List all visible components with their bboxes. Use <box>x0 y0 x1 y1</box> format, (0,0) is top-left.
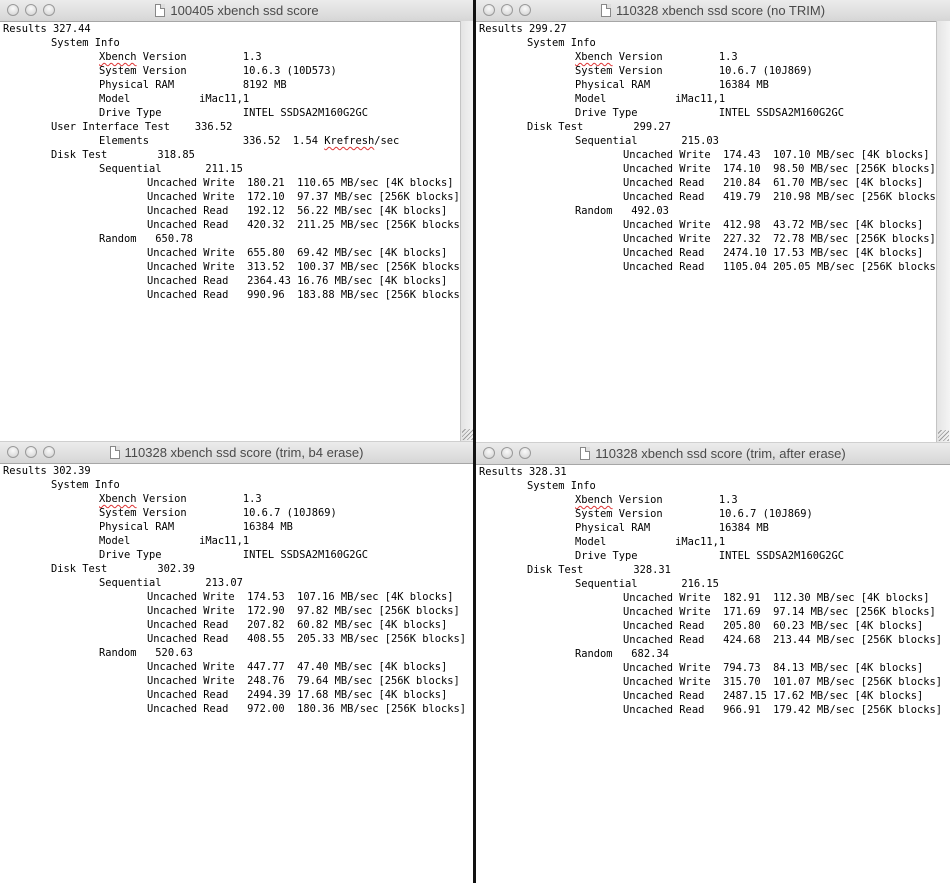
window-title: 110328 xbench ssd score (trim, b4 erase) <box>124 445 364 460</box>
text-line: Model iMac11,1 <box>99 535 250 547</box>
text-line: Drive Type INTEL SSDSA2M160G2GC <box>99 549 368 561</box>
text-line: Sequential 215.03 <box>575 135 719 147</box>
document-icon <box>155 4 166 17</box>
text-line: Uncached Read 1105.04 205.05 MB/sec [256… <box>623 261 943 273</box>
text-line: Sequential 211.15 <box>99 163 243 175</box>
text-line: Xbench Version 1.3 <box>99 51 262 63</box>
text-line: System Version 10.6.7 (10J869) <box>99 507 337 519</box>
text-line: Drive Type INTEL SSDSA2M160G2GC <box>575 107 844 119</box>
text-content[interactable]: Results 302.39 System Info Xbench Version … <box>3 464 466 883</box>
text-line: Uncached Read 990.96 183.88 MB/sec [256K… <box>147 289 467 301</box>
window-title: 110328 xbench ssd score (trim, after era… <box>595 446 846 461</box>
text-line: Xbench Version 1.3 <box>575 494 738 506</box>
text-line: Uncached Write 248.76 79.64 MB/sec [256K… <box>147 675 460 687</box>
document-window-110328-trim-after-erase: 110328 xbench ssd score (trim, after era… <box>476 443 950 883</box>
text-line: System Info <box>527 37 596 49</box>
text-line: System Version 10.6.3 (10D573) <box>99 65 337 77</box>
text-line: Uncached Write 172.90 97.82 MB/sec [256K… <box>147 605 460 617</box>
text-line: Uncached Read 192.12 56.22 MB/sec [4K bl… <box>147 205 448 217</box>
text-line: Uncached Write 174.10 98.50 MB/sec [256K… <box>623 163 936 175</box>
text-line: Uncached Write 182.91 112.30 MB/sec [4K … <box>623 592 930 604</box>
text-line: Uncached Write 315.70 101.07 MB/sec [256… <box>623 676 943 688</box>
resize-grip-icon[interactable] <box>462 429 473 440</box>
text-line: Uncached Read 210.84 61.70 MB/sec [4K bl… <box>623 177 924 189</box>
text-line: Uncached Write 412.98 43.72 MB/sec [4K b… <box>623 219 924 231</box>
text-line: Results 302.39 <box>3 465 91 477</box>
text-line: Sequential 213.07 <box>99 577 243 589</box>
text-line: Results 327.44 <box>3 23 91 35</box>
document-icon <box>580 447 591 460</box>
document-window-110328-trim-b4-erase: 110328 xbench ssd score (trim, b4 erase)… <box>0 442 473 883</box>
text-line: Random 520.63 <box>99 647 193 659</box>
text-line: Uncached Read 2474.10 17.53 MB/sec [4K b… <box>623 247 924 259</box>
text-line: Uncached Read 207.82 60.82 MB/sec [4K bl… <box>147 619 448 631</box>
text-line: Uncached Read 972.00 180.36 MB/sec [256K… <box>147 703 467 715</box>
text-line: Uncached Write 172.10 97.37 MB/sec [256K… <box>147 191 460 203</box>
window-titlebar[interactable]: 110328 xbench ssd score (no TRIM) <box>476 0 950 22</box>
text-content[interactable]: Results 299.27 System Info Xbench Version … <box>479 22 942 442</box>
text-line: Random 682.34 <box>575 648 669 660</box>
text-content[interactable]: Results 328.31 System Info Xbench Version … <box>479 465 942 883</box>
text-line: Uncached Read 966.91 179.42 MB/sec [256K… <box>623 704 943 716</box>
text-line: System Info <box>527 480 596 492</box>
text-line: Uncached Write 180.21 110.65 MB/sec [4K … <box>147 177 454 189</box>
window-title: 100405 xbench ssd score <box>170 3 319 18</box>
window-divider-vertical <box>473 0 476 883</box>
resize-grip-icon[interactable] <box>938 430 949 441</box>
text-line: Physical RAM 16384 MB <box>99 521 293 533</box>
window-titlebar[interactable]: 110328 xbench ssd score (trim, after era… <box>476 443 950 465</box>
text-line: Random 650.78 <box>99 233 193 245</box>
text-content[interactable]: Results 327.44 System Info Xbench Version … <box>3 22 466 441</box>
text-line: System Version 10.6.7 (10J869) <box>575 65 813 77</box>
text-line: System Info <box>51 37 120 49</box>
text-line: User Interface Test 336.52 <box>51 121 233 133</box>
document-window-110328-no-trim: 110328 xbench ssd score (no TRIM) Result… <box>476 0 950 442</box>
text-line: Uncached Write 174.43 107.10 MB/sec [4K … <box>623 149 930 161</box>
text-line: Results 328.31 <box>479 466 567 478</box>
text-line: Drive Type INTEL SSDSA2M160G2GC <box>99 107 368 119</box>
text-line: System Version 10.6.7 (10J869) <box>575 508 813 520</box>
text-line: Xbench Version 1.3 <box>99 493 262 505</box>
text-line: Xbench Version 1.3 <box>575 51 738 63</box>
text-line: Disk Test 302.39 <box>51 563 195 575</box>
text-line: Model iMac11,1 <box>575 93 726 105</box>
text-line: Elements 336.52 1.54 Krefresh/sec <box>99 135 400 147</box>
text-line: Uncached Write 794.73 84.13 MB/sec [4K b… <box>623 662 924 674</box>
document-icon <box>109 446 120 459</box>
text-line: Physical RAM 8192 MB <box>99 79 287 91</box>
vertical-scrollbar[interactable] <box>936 21 950 442</box>
text-line: Model iMac11,1 <box>99 93 250 105</box>
text-line: Uncached Read 420.32 211.25 MB/sec [256K… <box>147 219 467 231</box>
window-titlebar[interactable]: 110328 xbench ssd score (trim, b4 erase) <box>0 442 473 464</box>
vertical-scrollbar[interactable] <box>460 21 474 441</box>
text-line: Disk Test 299.27 <box>527 121 671 133</box>
text-line: Uncached Write 171.69 97.14 MB/sec [256K… <box>623 606 936 618</box>
text-line: Random 492.03 <box>575 205 669 217</box>
text-line: Uncached Read 2364.43 16.76 MB/sec [4K b… <box>147 275 448 287</box>
window-title: 110328 xbench ssd score (no TRIM) <box>615 3 826 18</box>
text-line: Uncached Read 419.79 210.98 MB/sec [256K… <box>623 191 943 203</box>
text-line: Results 299.27 <box>479 23 567 35</box>
text-line: Drive Type INTEL SSDSA2M160G2GC <box>575 550 844 562</box>
text-line: Uncached Read 424.68 213.44 MB/sec [256K… <box>623 634 943 646</box>
text-line: Uncached Write 655.80 69.42 MB/sec [4K b… <box>147 247 448 259</box>
text-line: Sequential 216.15 <box>575 578 719 590</box>
text-line: System Info <box>51 479 120 491</box>
text-line: Uncached Read 2487.15 17.62 MB/sec [4K b… <box>623 690 924 702</box>
text-line: Physical RAM 16384 MB <box>575 79 769 91</box>
text-line: Disk Test 328.31 <box>527 564 671 576</box>
window-titlebar[interactable]: 100405 xbench ssd score <box>0 0 474 22</box>
text-line: Physical RAM 16384 MB <box>575 522 769 534</box>
text-line: Uncached Read 408.55 205.33 MB/sec [256K… <box>147 633 467 645</box>
text-line: Uncached Write 313.52 100.37 MB/sec [256… <box>147 261 467 273</box>
text-line: Uncached Write 174.53 107.16 MB/sec [4K … <box>147 591 454 603</box>
document-icon <box>600 4 611 17</box>
text-line: Uncached Read 205.80 60.23 MB/sec [4K bl… <box>623 620 924 632</box>
text-line: Model iMac11,1 <box>575 536 726 548</box>
text-line: Uncached Read 2494.39 17.68 MB/sec [4K b… <box>147 689 448 701</box>
text-line: Disk Test 318.85 <box>51 149 195 161</box>
document-window-100405: 100405 xbench ssd score Results 327.44 Sy… <box>0 0 474 441</box>
text-line: Uncached Write 447.77 47.40 MB/sec [4K b… <box>147 661 448 673</box>
text-line: Uncached Write 227.32 72.78 MB/sec [256K… <box>623 233 936 245</box>
